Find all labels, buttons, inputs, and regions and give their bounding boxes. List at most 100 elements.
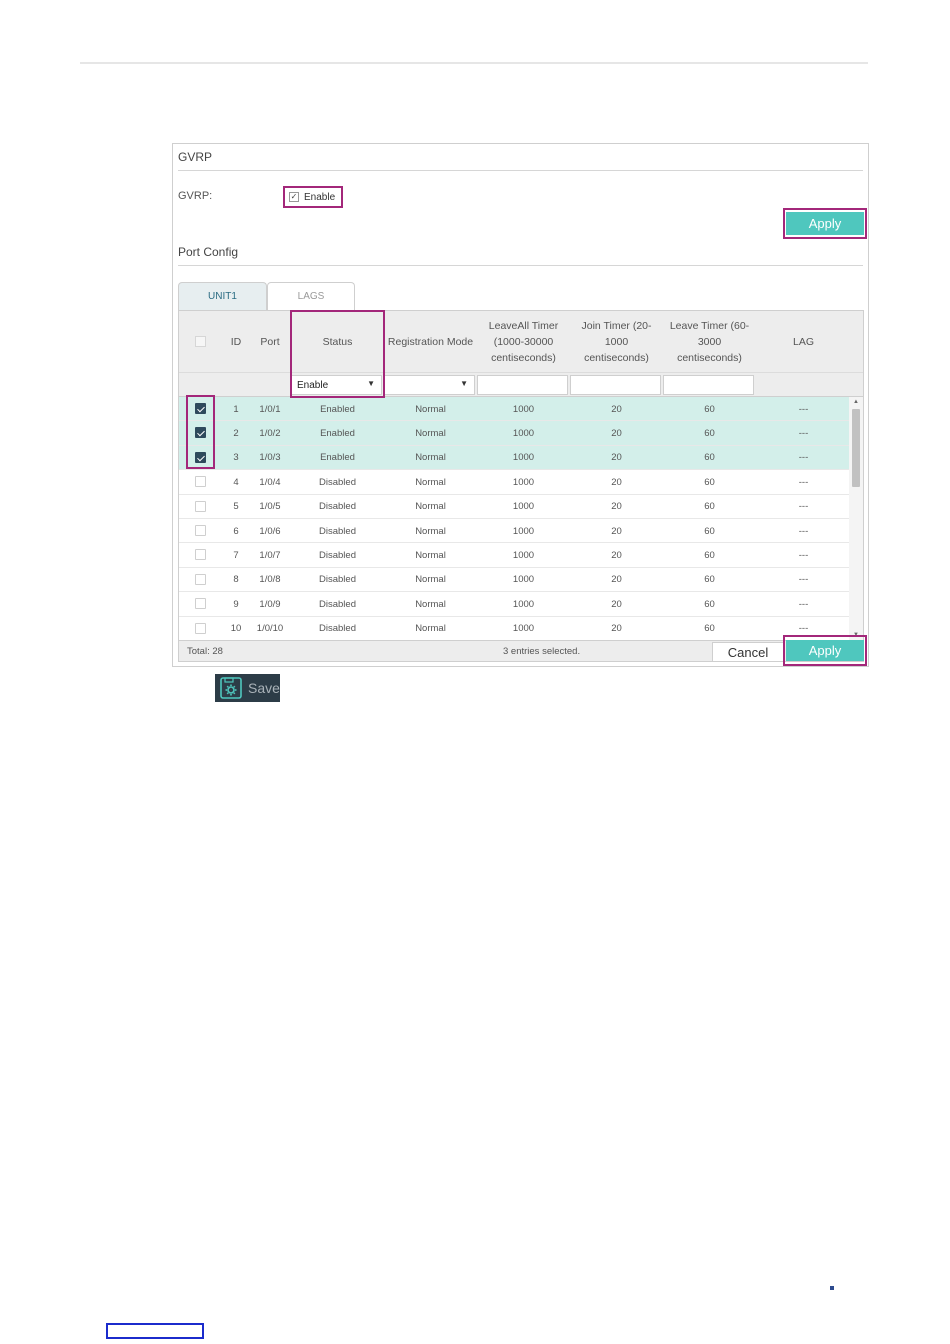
cell-leave-timer: 60 (704, 452, 715, 464)
leave-timer-input[interactable] (663, 375, 754, 395)
cell-join-timer: 20 (611, 403, 622, 415)
tab-lags[interactable]: LAGS (267, 282, 355, 310)
cell-join-timer: 20 (611, 501, 622, 513)
tab-unit1[interactable]: UNIT1 (178, 282, 267, 310)
cell-id: 5 (233, 501, 239, 513)
cell-leave-timer: 60 (704, 598, 715, 610)
checkbox-checked-icon: ✓ (289, 192, 299, 202)
cell-id: 4 (233, 476, 239, 488)
cell-join-timer: 20 (611, 598, 622, 610)
cell-id: 3 (233, 452, 239, 464)
cell-registration-mode: Normal (415, 549, 446, 561)
cell-status: Disabled (319, 501, 356, 513)
row-checkbox[interactable] (195, 500, 206, 512)
gvrp-apply-button[interactable]: Apply (786, 212, 864, 235)
cancel-button[interactable]: Cancel (712, 642, 784, 661)
cell-status: Enabled (320, 427, 355, 439)
port-config-apply-button[interactable]: Apply (786, 640, 864, 661)
cell-leaveall-timer: 1000 (512, 403, 535, 415)
table-row[interactable]: 1 1/0/1 Enabled Normal 1000 20 60 --- (179, 397, 851, 422)
row-checkbox[interactable] (195, 622, 206, 634)
cell-leaveall-timer: 1000 (512, 574, 535, 586)
cell-join-timer: 20 (611, 452, 622, 464)
cell-registration-mode: Normal (415, 476, 446, 488)
row-checkbox[interactable] (195, 573, 206, 585)
scrollbar-thumb[interactable] (852, 409, 860, 487)
cell-leaveall-timer: 1000 (512, 501, 535, 513)
table-header: ID Port Status Registration Mode LeaveAl… (179, 311, 863, 373)
table-row[interactable]: 3 1/0/3 Enabled Normal 1000 20 60 --- (179, 445, 851, 471)
cell-id: 2 (233, 427, 239, 439)
cell-registration-mode: Normal (415, 501, 446, 513)
table-row[interactable]: 6 1/0/6 Disabled Normal 1000 20 60 --- (179, 519, 851, 544)
cell-leaveall-timer: 1000 (512, 598, 535, 610)
column-header-join-timer: Join Timer (20-1000 centiseconds) (581, 320, 652, 364)
cell-port: 1/0/1 (259, 403, 281, 415)
row-checkbox[interactable] (195, 525, 206, 536)
cell-leave-timer: 60 (704, 574, 715, 586)
cell-registration-mode: Normal (415, 403, 446, 415)
cell-id: 6 (233, 525, 239, 537)
table-row[interactable]: 10 1/0/10 Disabled Normal 1000 20 60 --- (179, 617, 851, 640)
cell-port: 1/0/9 (259, 598, 281, 610)
cell-leave-timer: 60 (704, 549, 715, 561)
leaveall-timer-input[interactable] (477, 375, 568, 395)
cell-status: Disabled (319, 598, 356, 610)
gvrp-enable-checkbox[interactable]: ✓ Enable (283, 186, 343, 208)
cell-registration-mode: Normal (415, 452, 446, 464)
column-header-port: Port (260, 336, 280, 348)
column-header-lag: LAG (792, 336, 814, 348)
scroll-up-arrow-icon[interactable]: ▲ (849, 397, 863, 407)
table-row[interactable]: 2 1/0/2 Enabled Normal 1000 20 60 --- (179, 421, 851, 446)
cell-leaveall-timer: 1000 (512, 452, 535, 464)
table-row[interactable]: 7 1/0/7 Disabled Normal 1000 20 60 --- (179, 543, 851, 568)
cell-registration-mode: Normal (415, 623, 446, 635)
gvrp-config-panel: GVRP GVRP: ✓ Enable Apply Port Config UN… (172, 143, 869, 667)
cell-port: 1/0/4 (259, 476, 281, 488)
cell-lag: --- (798, 525, 809, 537)
cell-leaveall-timer: 1000 (512, 427, 535, 439)
row-checkbox[interactable] (195, 598, 206, 610)
column-header-leaveall-timer: LeaveAll Timer (1000-30000 centiseconds) (488, 320, 559, 364)
cell-port: 1/0/6 (259, 525, 281, 537)
column-header-registration-mode: Registration Mode (387, 336, 474, 348)
cell-id: 8 (233, 574, 239, 586)
cell-status: Enabled (320, 403, 355, 415)
section-divider (178, 170, 863, 171)
page-marker (830, 1286, 834, 1290)
cell-id: 7 (233, 549, 239, 561)
section-divider (178, 265, 863, 266)
table-row[interactable]: 4 1/0/4 Disabled Normal 1000 20 60 --- (179, 470, 851, 495)
gvrp-section-title: GVRP (178, 150, 213, 164)
total-count: Total: 28 (187, 646, 223, 657)
cell-lag: --- (798, 574, 809, 586)
row-checkbox[interactable] (195, 476, 206, 488)
selection-count: 3 entries selected. (503, 646, 581, 657)
cell-leaveall-timer: 1000 (512, 549, 535, 561)
join-timer-input[interactable] (570, 375, 661, 395)
status-column-highlight (290, 310, 385, 398)
table-row[interactable]: 8 1/0/8 Disabled Normal 1000 20 60 --- (179, 568, 851, 593)
select-all-checkbox[interactable] (195, 336, 206, 347)
cell-registration-mode: Normal (415, 598, 446, 610)
table-scrollbar[interactable]: ▲ ▼ (849, 397, 863, 640)
table-row[interactable]: 5 1/0/5 Disabled Normal 1000 20 60 --- (179, 495, 851, 519)
cell-port: 1/0/2 (259, 427, 281, 439)
cell-lag: --- (798, 427, 809, 439)
cell-status: Enabled (320, 452, 355, 464)
save-button[interactable]: Save (215, 674, 280, 702)
cell-leave-timer: 60 (704, 427, 715, 439)
cell-leaveall-timer: 1000 (512, 525, 535, 537)
cell-id: 10 (230, 623, 242, 635)
cell-leave-timer: 60 (704, 403, 715, 415)
filter-row: Enable ▼ ▼ (179, 373, 863, 397)
table-row[interactable]: 9 1/0/9 Disabled Normal 1000 20 60 --- (179, 592, 851, 617)
row-checkbox[interactable] (195, 549, 206, 561)
gvrp-enable-label: Enable (304, 191, 336, 203)
cell-lag: --- (798, 452, 809, 464)
cell-join-timer: 20 (611, 525, 622, 537)
port-config-table: ID Port Status Registration Mode LeaveAl… (178, 310, 864, 662)
footer-link-box[interactable] (106, 1323, 204, 1339)
cell-id: 9 (233, 598, 239, 610)
registration-mode-filter-select[interactable]: ▼ (384, 375, 475, 395)
